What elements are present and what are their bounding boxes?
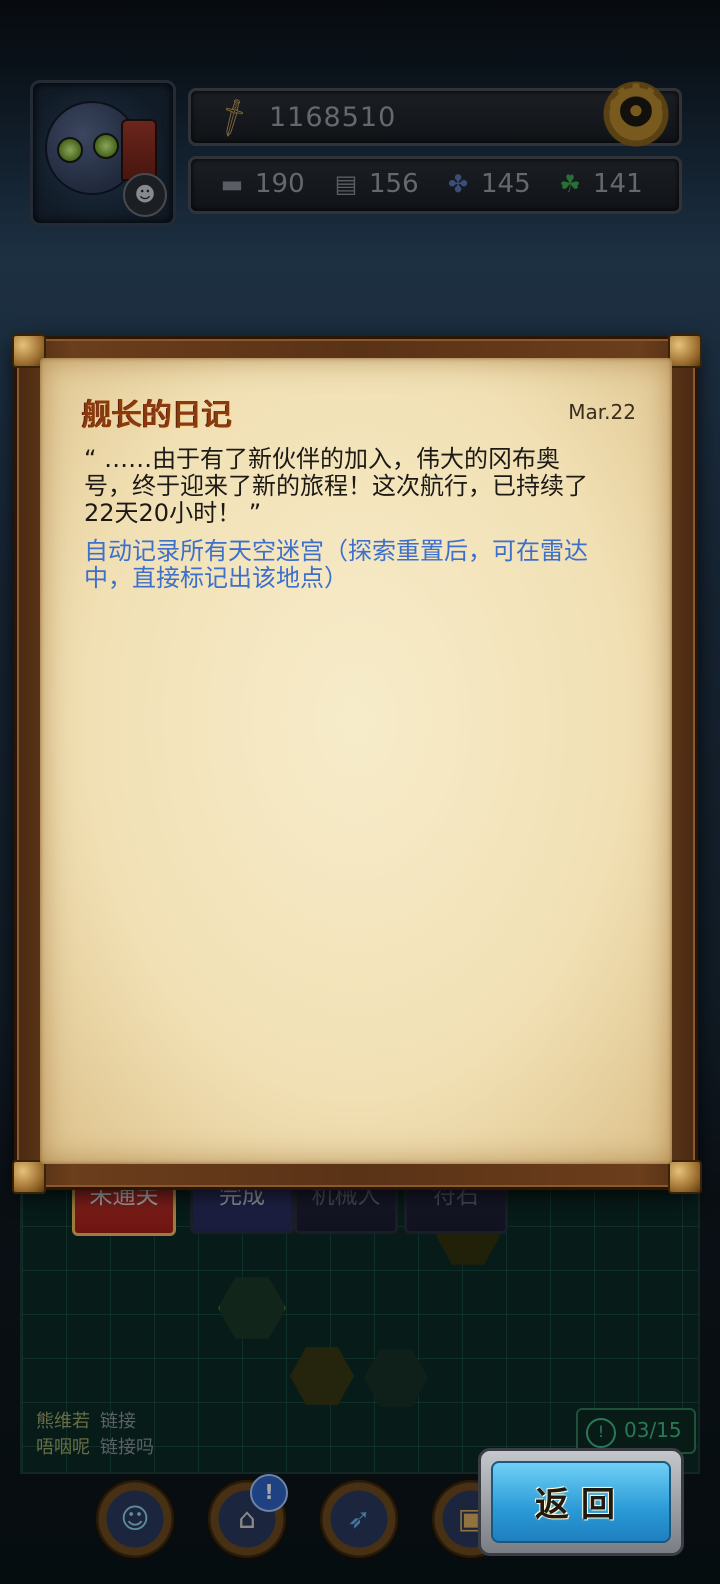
- back-button-face: 返回: [491, 1461, 671, 1543]
- diary-title: 舰长的日记: [82, 398, 232, 433]
- back-button-label: 返回: [535, 1485, 627, 1525]
- frame-corner: [12, 1160, 46, 1194]
- diary-entry-text: “ ……由于有了新伙伴的加入，伟大的冈布奥号，终于迎来了新的旅程！这次航行，已持…: [84, 445, 588, 527]
- diary-date: Mar.22: [568, 400, 636, 424]
- game-screen: ☻ 🗡 1168510 ⚙ ▬ 190 ▤ 156 ✤ 145 ☘ 141 未通…: [0, 0, 720, 1584]
- frame-corner: [668, 334, 702, 368]
- diary-note-text: 自动记录所有天空迷宫（探索重置后，可在雷达中，直接标记出该地点）: [84, 537, 588, 592]
- frame-corner: [668, 1160, 702, 1194]
- back-button[interactable]: 返回: [478, 1448, 684, 1556]
